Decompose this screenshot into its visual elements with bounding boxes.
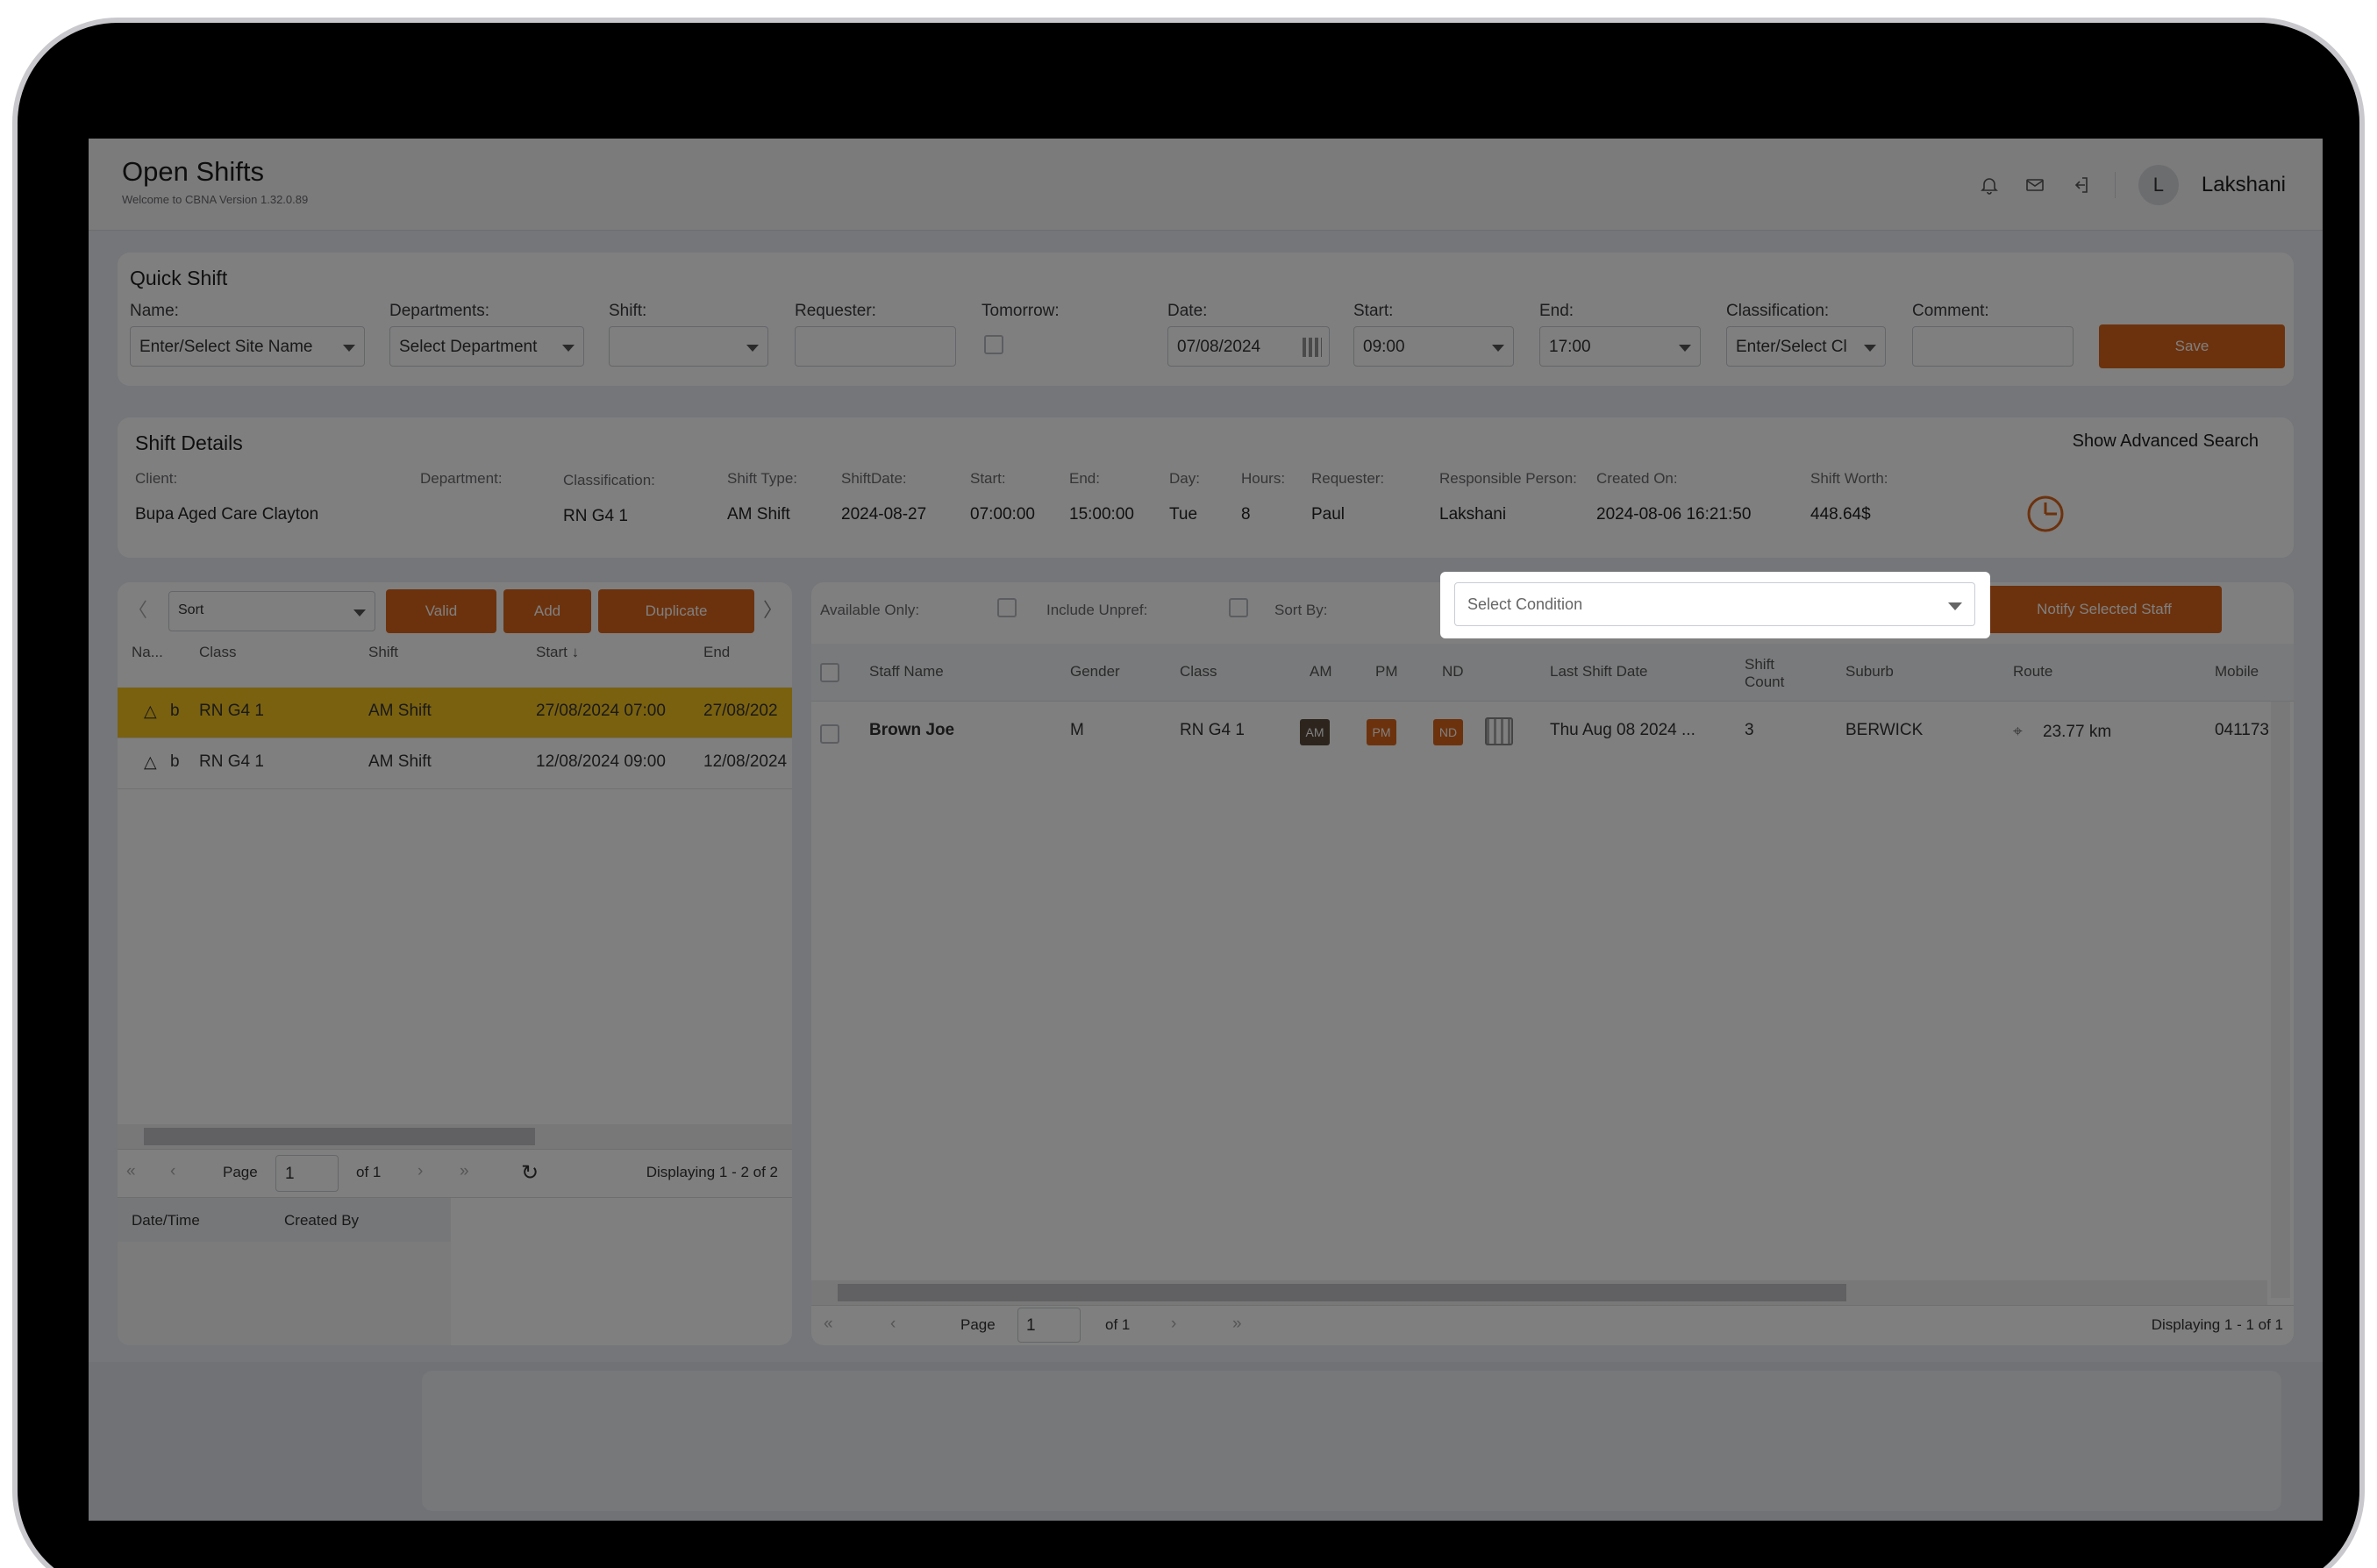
dim-overlay	[89, 139, 2323, 1521]
select-condition-placeholder: Select Condition	[1467, 595, 1583, 613]
laptop-frame: Open Shifts Welcome to CBNA Version 1.32…	[12, 18, 2365, 1568]
select-condition-dropdown[interactable]: Select Condition	[1454, 582, 1975, 626]
app-screen: Open Shifts Welcome to CBNA Version 1.32…	[89, 139, 2323, 1521]
chevron-down-icon	[1948, 602, 1962, 610]
condition-select-highlight: Select Condition	[1440, 572, 1990, 638]
